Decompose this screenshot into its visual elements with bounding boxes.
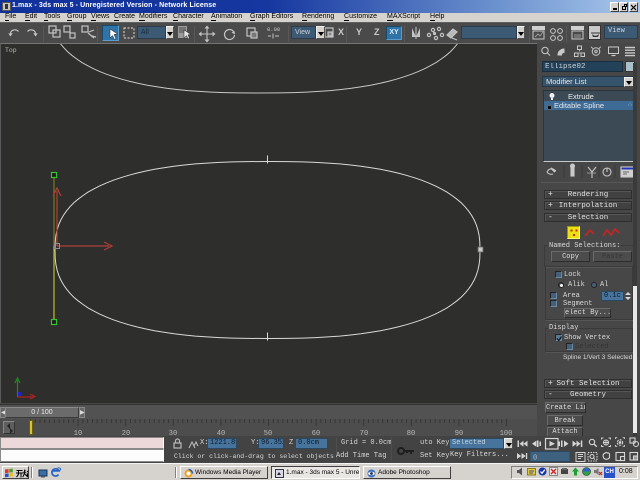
svg-text:0: 0 [533,455,537,463]
svg-text:0.00: 0.00 [267,26,280,33]
